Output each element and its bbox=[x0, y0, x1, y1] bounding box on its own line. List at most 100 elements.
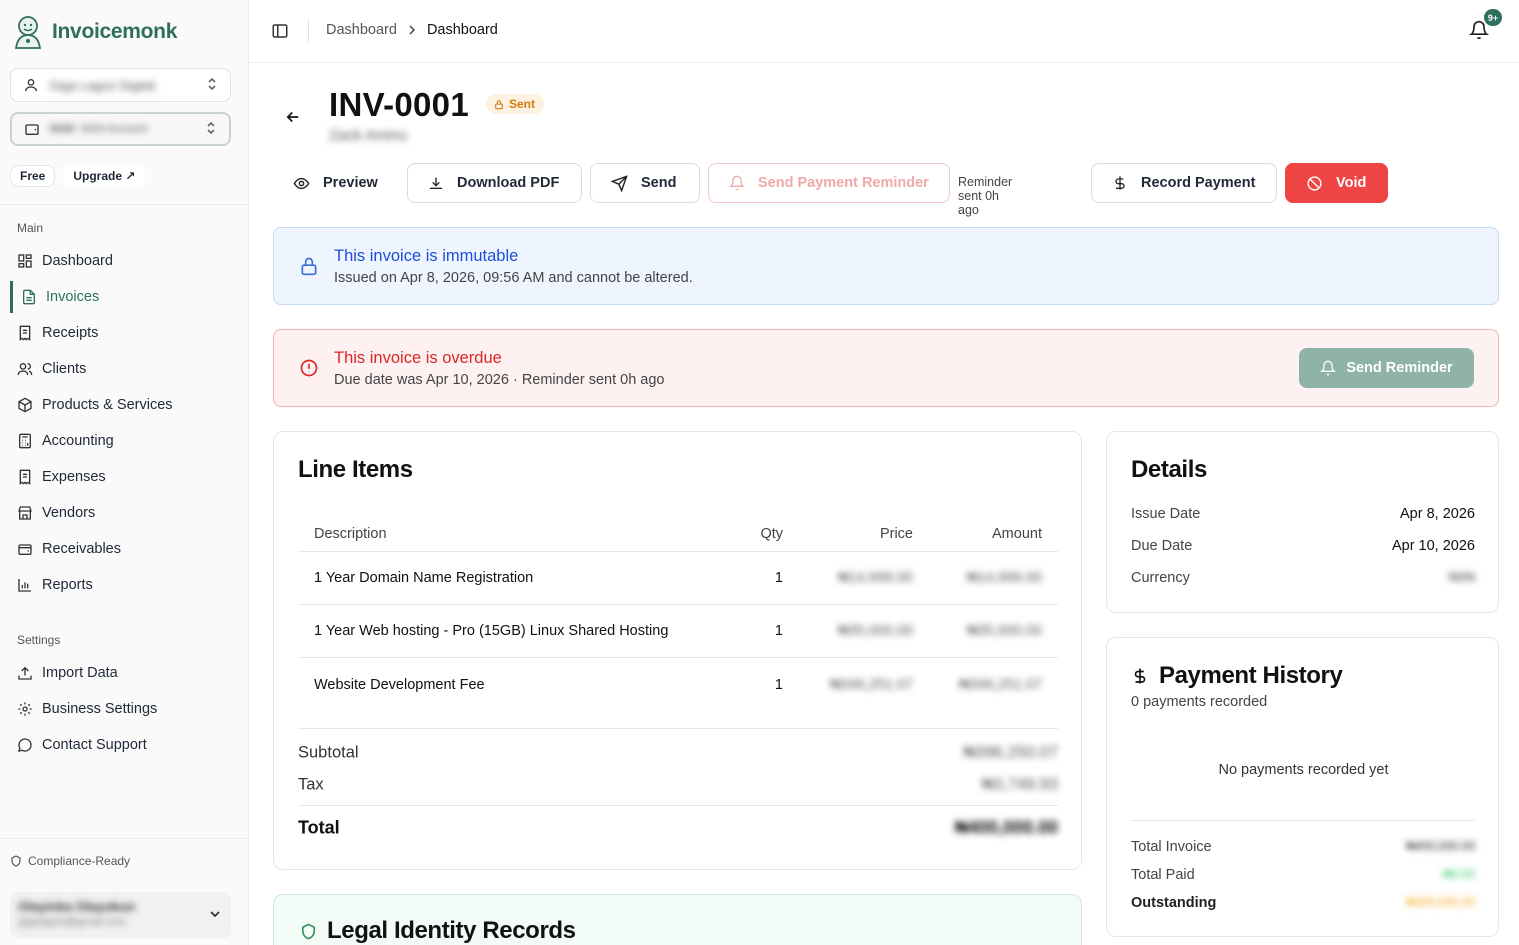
record-payment-button[interactable]: Record Payment bbox=[1091, 163, 1277, 203]
account-selector[interactable]: NGN NGN Account bbox=[10, 112, 231, 146]
sidebar-item-receipts[interactable]: Receipts bbox=[10, 317, 239, 349]
sidebar-item-dashboard[interactable]: Dashboard bbox=[10, 245, 239, 277]
chevron-down-icon bbox=[209, 907, 221, 923]
sidebar-item-label: Import Data bbox=[42, 665, 118, 681]
alert-description: Due date was Apr 10, 2026 · Reminder sen… bbox=[334, 372, 665, 388]
breadcrumb: Dashboard Dashboard bbox=[326, 22, 498, 38]
currency-value: NGN bbox=[1448, 570, 1475, 584]
user-email: gigalagos@gmail.com bbox=[18, 916, 127, 928]
bell-icon bbox=[1320, 360, 1337, 376]
sidebar-item-invoices[interactable]: Invoices bbox=[10, 281, 239, 313]
shield-icon bbox=[300, 922, 317, 944]
due-date-label: Due Date bbox=[1131, 538, 1193, 554]
sidebar-item-products-services[interactable]: Products & Services bbox=[10, 389, 239, 421]
client-name: Zack Aminu bbox=[329, 127, 408, 144]
sidebar-item-expenses[interactable]: Expenses bbox=[10, 461, 239, 493]
total-invoice-value: ₦400,000.00 bbox=[1406, 839, 1475, 853]
sidebar-item-contact-support[interactable]: Contact Support bbox=[10, 729, 239, 761]
business-selector[interactable]: Giga Lagos Digital bbox=[10, 68, 231, 102]
user-name: Olayinka Olayokun bbox=[18, 899, 136, 914]
sidebar-item-label: Invoices bbox=[46, 289, 100, 305]
logo[interactable]: Invoicemonk bbox=[10, 14, 177, 50]
invoice-number: INV-0001 bbox=[329, 86, 469, 123]
wallet-icon bbox=[25, 124, 39, 135]
outstanding-label: Outstanding bbox=[1131, 895, 1217, 911]
file-text-icon bbox=[23, 289, 35, 305]
item-qty: 1 bbox=[774, 570, 783, 586]
package-icon bbox=[18, 397, 32, 413]
legal-identity-card: Legal Identity Records bbox=[273, 894, 1082, 945]
divider bbox=[1131, 820, 1475, 821]
sidebar-item-clients[interactable]: Clients bbox=[10, 353, 239, 385]
upgrade-link[interactable]: Upgrade ↗ bbox=[63, 165, 146, 187]
void-button[interactable]: Void bbox=[1285, 163, 1388, 203]
dollar-icon bbox=[1115, 176, 1125, 190]
compliance-label: Compliance-Ready bbox=[28, 854, 131, 868]
store-icon bbox=[18, 506, 32, 520]
sidebar-item-vendors[interactable]: Vendors bbox=[10, 497, 239, 529]
wallet-icon bbox=[18, 544, 32, 555]
button-label: Download PDF bbox=[457, 175, 560, 191]
button-label: Send Reminder bbox=[1346, 360, 1453, 376]
sidebar-item-import-data[interactable]: Import Data bbox=[10, 657, 239, 689]
breadcrumb-item[interactable]: Dashboard bbox=[326, 22, 397, 38]
send-payment-reminder-button[interactable]: Send Payment Reminder bbox=[708, 163, 950, 203]
chevron-right-icon bbox=[409, 25, 416, 35]
lock-icon bbox=[495, 99, 503, 109]
sidebar-item-label: Vendors bbox=[42, 505, 96, 521]
column-header: Price bbox=[879, 525, 913, 542]
back-arrow-icon[interactable] bbox=[284, 108, 302, 129]
total-invoice-label: Total Invoice bbox=[1131, 839, 1212, 855]
receipt-icon bbox=[19, 469, 31, 485]
button-label: Send Payment Reminder bbox=[758, 175, 929, 191]
user-menu[interactable]: Olayinka Olayokun gigalagos@gmail.com bbox=[10, 892, 231, 938]
payments-count: 0 payments recorded bbox=[1131, 694, 1268, 710]
account-code: NGN bbox=[50, 123, 75, 135]
notification-badge: 9+ bbox=[1484, 9, 1502, 26]
divider bbox=[308, 19, 309, 43]
alert-title: This invoice is immutable bbox=[334, 247, 519, 265]
sidebar-item-label: Contact Support bbox=[42, 737, 147, 753]
sidebar-item-receivables[interactable]: Receivables bbox=[10, 533, 239, 565]
bell-icon bbox=[729, 175, 745, 191]
total-value: ₦400,000.00 bbox=[954, 817, 1058, 837]
alert-circle-icon bbox=[299, 358, 319, 381]
line-items-table: Description Qty Price Amount 1 Year Doma… bbox=[298, 516, 1058, 711]
compliance-badge: Compliance-Ready bbox=[10, 854, 130, 868]
immutable-alert: This invoice is immutable Issued on Apr … bbox=[273, 227, 1499, 305]
download-pdf-button[interactable]: Download PDF bbox=[407, 163, 582, 203]
column-header: Amount bbox=[992, 525, 1042, 542]
sidebar-item-accounting[interactable]: Accounting bbox=[10, 425, 239, 457]
lock-icon bbox=[299, 256, 319, 279]
column-header: Description bbox=[314, 525, 387, 542]
preview-button[interactable]: Preview bbox=[282, 163, 392, 203]
card-title: Line Items bbox=[298, 456, 413, 483]
empty-state: No payments recorded yet bbox=[1218, 762, 1389, 778]
sidebar-item-business-settings[interactable]: Business Settings bbox=[10, 693, 239, 725]
column-header: Qty bbox=[760, 525, 783, 542]
item-description: 1 Year Web hosting - Pro (15GB) Linux Sh… bbox=[314, 623, 669, 639]
item-qty: 1 bbox=[774, 676, 783, 693]
issue-date-label: Issue Date bbox=[1131, 506, 1201, 522]
overdue-alert: This invoice is overdue Due date was Apr… bbox=[273, 329, 1499, 407]
message-icon bbox=[18, 738, 32, 752]
shield-icon bbox=[11, 855, 21, 867]
sidebar-toggle-icon[interactable] bbox=[271, 22, 289, 43]
chevrons-up-down-icon bbox=[205, 121, 217, 138]
total-paid-label: Total Paid bbox=[1131, 867, 1195, 883]
sidebar-item-reports[interactable]: Reports bbox=[10, 569, 239, 601]
group-label-main: Main bbox=[17, 221, 44, 235]
due-date-value: Apr 10, 2026 bbox=[1391, 538, 1475, 554]
send-reminder-button[interactable]: Send Reminder bbox=[1299, 348, 1474, 388]
item-description: Website Development Fee bbox=[314, 676, 485, 693]
receipt-icon bbox=[19, 325, 31, 341]
line-items-card: Line Items Description Qty Price Amount … bbox=[273, 431, 1082, 870]
item-amount: ₦35,000.00 bbox=[967, 623, 1042, 639]
send-button[interactable]: Send bbox=[590, 163, 700, 203]
status-badge: Sent bbox=[486, 94, 545, 114]
subtotal-label: Subtotal bbox=[298, 743, 359, 762]
sidebar-item-label: Accounting bbox=[42, 433, 114, 449]
payment-history-card: Payment History 0 payments recorded No p… bbox=[1106, 637, 1499, 937]
send-icon bbox=[611, 174, 628, 192]
item-amount: ₦346,251.07 bbox=[958, 676, 1042, 693]
